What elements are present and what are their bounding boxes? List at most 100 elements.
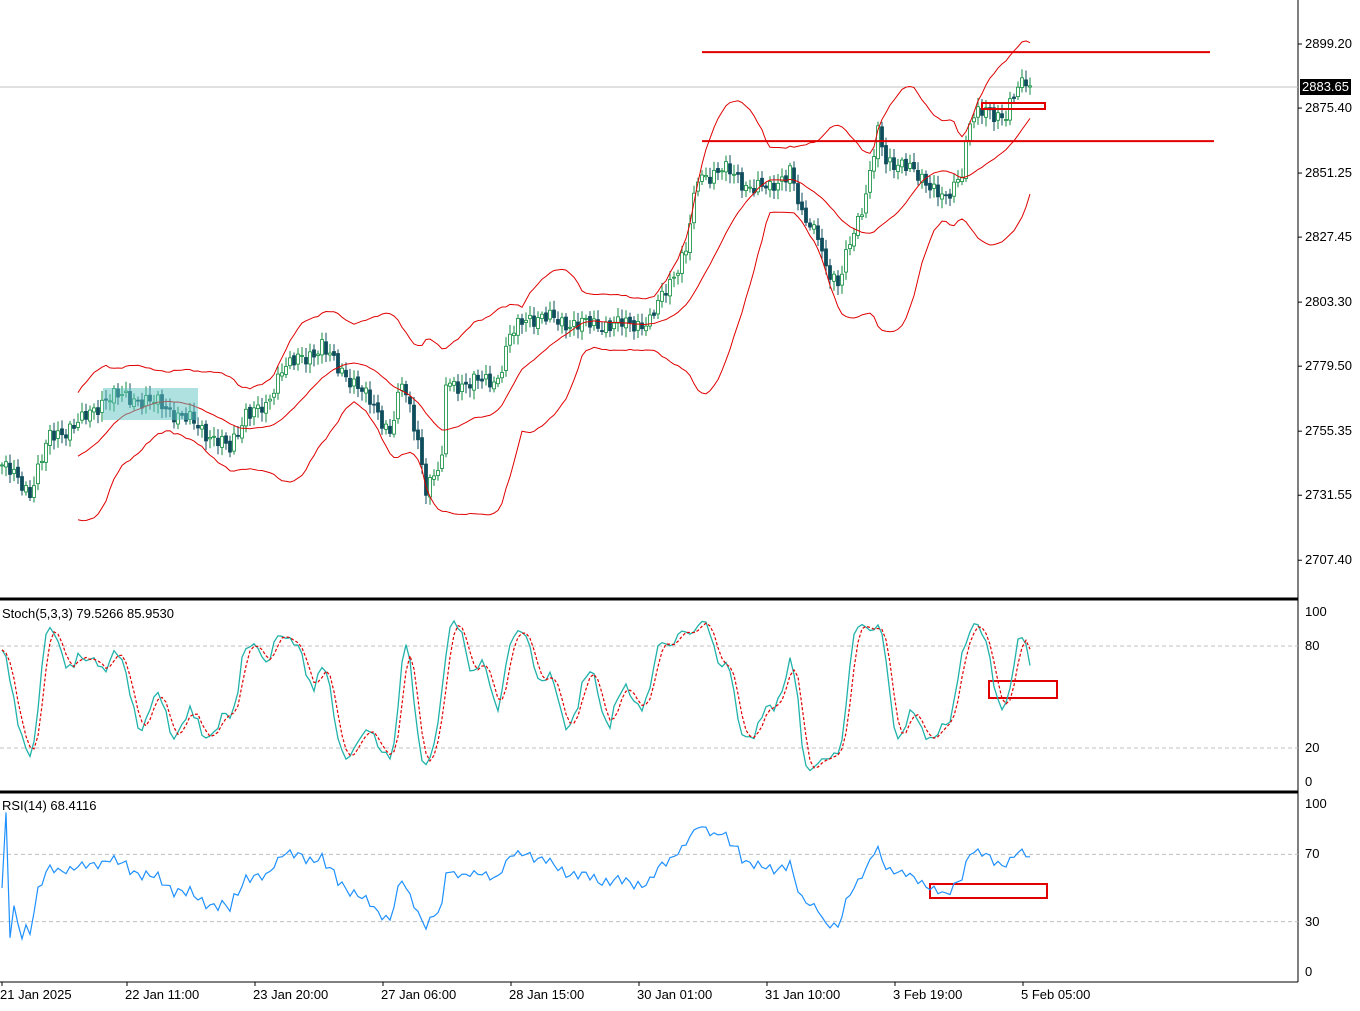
candle-body: [812, 224, 816, 230]
candle-body: [208, 437, 212, 440]
time-label: 28 Jan 15:00: [509, 987, 585, 1002]
candle-body: [488, 373, 492, 388]
candle-body: [356, 376, 360, 389]
price-tick-label: 2731.55: [1305, 487, 1352, 503]
candle-body: [892, 157, 896, 170]
candle-body: [1016, 86, 1020, 98]
candle-body: [284, 366, 288, 375]
candle-body: [656, 299, 660, 315]
candle-body: [504, 345, 508, 371]
candle-body: [496, 377, 500, 385]
candle-body: [1024, 79, 1028, 87]
rsi-tick-label: 0: [1305, 964, 1313, 979]
candle-body: [1020, 77, 1024, 88]
price-tick-label: 2707.40: [1305, 552, 1352, 568]
candle-body: [272, 392, 276, 398]
candle-body: [520, 318, 524, 325]
candle-body: [768, 181, 772, 191]
candle-body: [84, 411, 88, 420]
candle-body: [636, 320, 640, 331]
candle-body: [24, 485, 28, 493]
candle-body: [436, 470, 440, 476]
candle-body: [736, 172, 740, 175]
stoch-tick-label: 80: [1305, 638, 1320, 653]
candle-body: [612, 322, 616, 330]
candle-body: [56, 430, 60, 439]
candle-body: [680, 252, 684, 274]
candle-body: [512, 332, 516, 336]
candle-body: [264, 401, 268, 414]
candle-body: [852, 232, 856, 247]
price-annotation-box: [981, 102, 1046, 110]
candle-body: [708, 176, 712, 184]
candle-body: [568, 326, 572, 329]
candle-body: [200, 425, 204, 430]
candle-body: [840, 273, 844, 286]
candle-body: [828, 265, 832, 280]
candle-body: [252, 407, 256, 418]
candle-body: [300, 355, 304, 357]
candle-body: [764, 185, 768, 189]
price-tick-label: 2851.25: [1305, 165, 1352, 181]
candle-body: [28, 487, 32, 498]
candle-body: [896, 164, 900, 172]
candle-body: [584, 318, 588, 320]
candle-body: [440, 454, 444, 469]
candle-body: [328, 352, 332, 356]
chart-canvas[interactable]: [0, 0, 1360, 1011]
candle-body: [448, 382, 452, 387]
price-tick-label: 2803.30: [1305, 294, 1352, 310]
candle-body: [712, 170, 716, 184]
candle-body: [556, 319, 560, 325]
chart-window[interactable]: 2883.65 Stoch(5,3,3) 79.5266 85.9530 RSI…: [0, 0, 1360, 1011]
bollinger-upper: [77, 40, 1031, 393]
candle-body: [788, 165, 792, 184]
candle-body: [672, 276, 676, 279]
price-tick-label: 2875.40: [1305, 100, 1352, 116]
stoch-signal-line: [1, 622, 1031, 769]
candle-body: [500, 372, 504, 379]
candle-body: [936, 184, 940, 198]
candle-body: [320, 339, 324, 356]
candle-body: [456, 381, 460, 394]
rsi-annotation-box: [929, 883, 1048, 899]
candle-body: [4, 461, 8, 468]
candle-body: [292, 355, 296, 366]
candle-body: [64, 434, 68, 439]
candle-body: [224, 435, 228, 444]
candle-body: [68, 423, 72, 441]
candle-body: [464, 381, 468, 385]
candle-body: [528, 314, 532, 320]
candle-body: [444, 384, 448, 455]
candle-body: [912, 162, 916, 170]
candle-body: [460, 383, 464, 393]
candle-body: [548, 309, 552, 320]
candle-body: [256, 404, 260, 409]
candle-body: [864, 193, 868, 214]
candle-body: [304, 357, 308, 365]
candle-body: [632, 320, 636, 332]
stoch-annotation-box: [988, 680, 1058, 699]
candle-body: [388, 425, 392, 434]
candle-body: [380, 410, 384, 429]
candle-body: [1004, 119, 1008, 121]
candle-body: [232, 433, 236, 452]
candle-body: [288, 357, 292, 367]
candle-body: [728, 163, 732, 175]
candle-body: [904, 158, 908, 171]
candle-body: [888, 157, 892, 163]
candle-body: [416, 429, 420, 441]
candle-body: [20, 476, 24, 491]
candle-body: [540, 313, 544, 320]
candle-body: [408, 396, 412, 405]
candle-body: [16, 466, 20, 478]
candle-body: [228, 440, 232, 453]
candle-body: [240, 425, 244, 439]
candle-body: [744, 185, 748, 191]
candle-body: [704, 174, 708, 178]
candle-body: [76, 421, 80, 428]
candle-body: [580, 317, 584, 332]
candle-body: [236, 434, 240, 437]
candle-body: [480, 378, 484, 382]
time-label: 30 Jan 01:00: [637, 987, 713, 1002]
